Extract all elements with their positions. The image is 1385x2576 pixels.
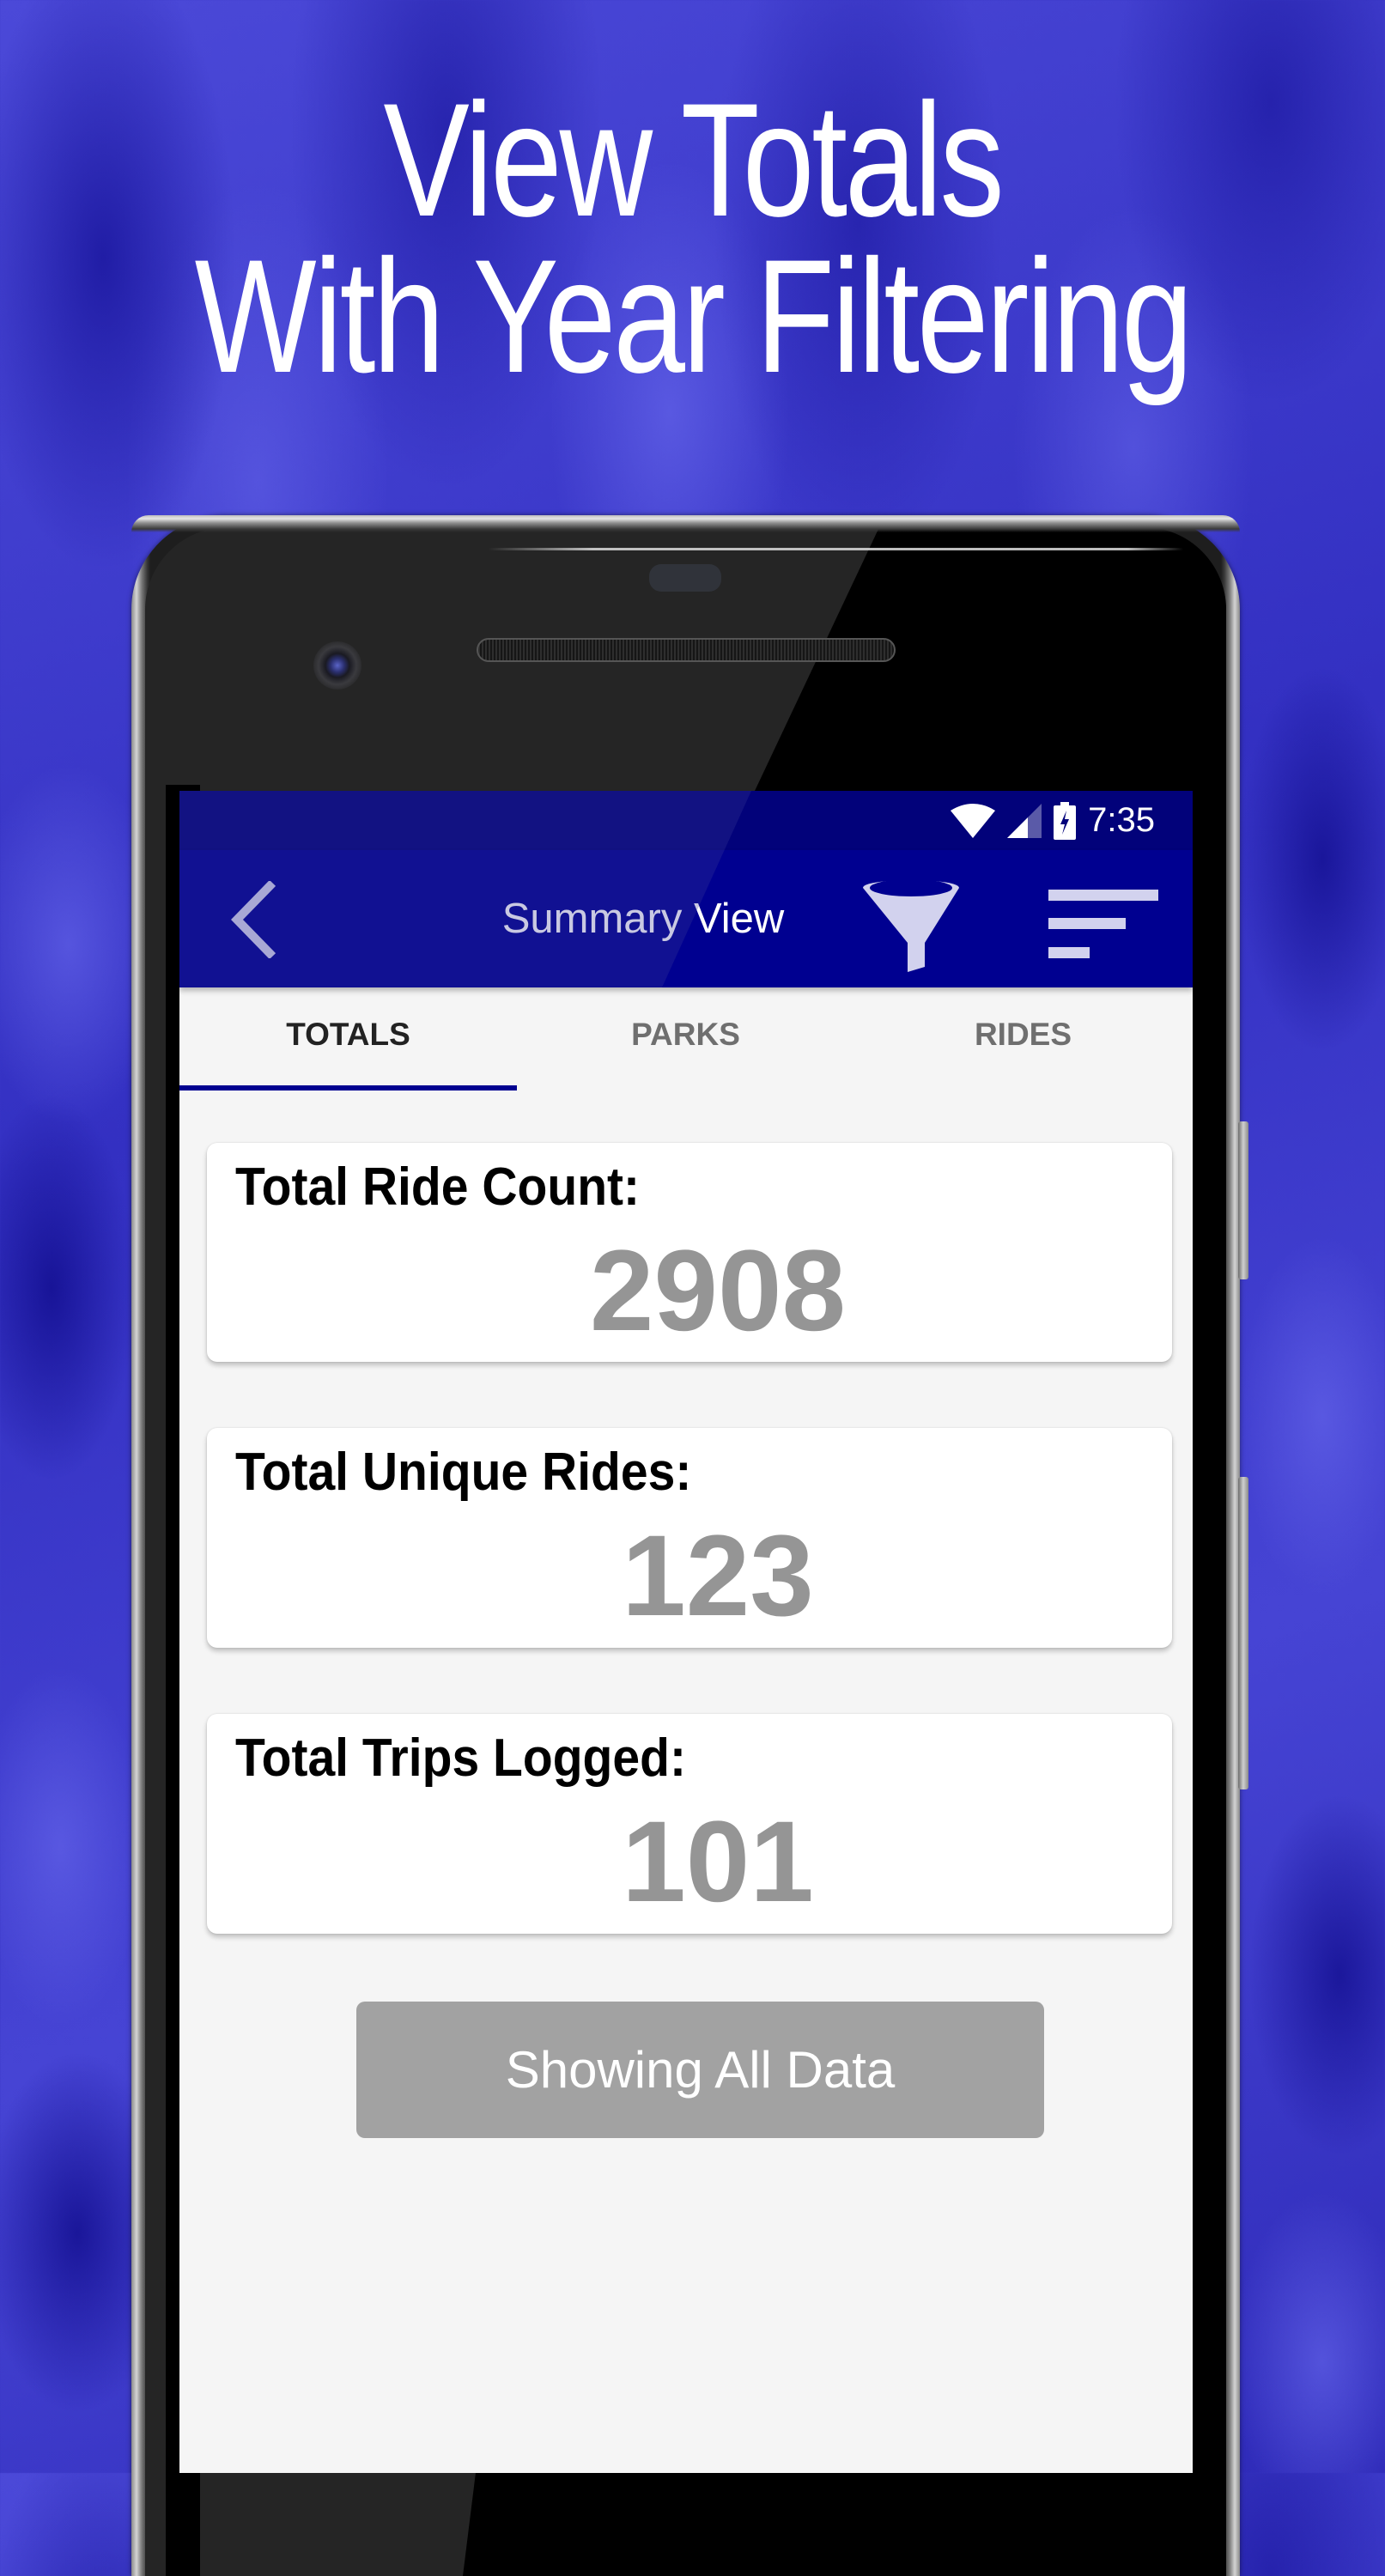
card-value: 101	[622, 1798, 814, 1926]
bezel-highlight	[489, 548, 1183, 550]
earpiece-speaker	[477, 638, 896, 662]
card-label: Total Unique Rides:	[235, 1443, 692, 1502]
status-bar: 7:35	[179, 791, 1193, 850]
sort-lines-icon	[1048, 890, 1158, 958]
active-tab-indicator	[179, 1085, 517, 1091]
battery-charging-icon	[1054, 801, 1077, 840]
tab-parks[interactable]: PARKS	[517, 987, 854, 1091]
card-total-unique-rides: Total Unique Rides: 123	[207, 1428, 1172, 1648]
front-camera-icon	[313, 641, 361, 690]
tab-rides[interactable]: RIDES	[854, 987, 1192, 1091]
card-value: 123	[622, 1512, 814, 1640]
card-value: 2908	[589, 1227, 847, 1355]
card-total-trips-logged: Total Trips Logged: 101	[207, 1714, 1172, 1934]
tab-totals[interactable]: TOTALS	[179, 987, 517, 1091]
app-toolbar: Summary View	[179, 850, 1193, 987]
headline-line-1: View Totals	[383, 70, 1004, 250]
headline-line-2: With Year Filtering	[194, 226, 1194, 406]
phone-top-rim	[131, 515, 1240, 532]
status-time: 7:35	[1088, 801, 1155, 839]
showing-all-data-button[interactable]: Showing All Data	[356, 2002, 1044, 2138]
filter-button[interactable]	[861, 874, 961, 974]
volume-button[interactable]	[1238, 1477, 1248, 1789]
wifi-icon	[951, 803, 996, 838]
app-screen: 7:35 Summary View TOTALS PARKS RIDES Tot…	[179, 791, 1193, 2473]
sort-button[interactable]	[1047, 881, 1160, 958]
card-label: Total Ride Count:	[235, 1157, 641, 1217]
card-total-ride-count: Total Ride Count: 2908	[207, 1143, 1172, 1362]
tab-bar: TOTALS PARKS RIDES	[179, 987, 1193, 1091]
promo-headline: View Totals With Year Filtering	[0, 70, 1385, 406]
cell-signal-icon	[1007, 803, 1042, 838]
status-icons: 7:35	[951, 791, 1155, 850]
toolbar-title: Summary View	[501, 896, 785, 942]
card-label: Total Trips Logged:	[235, 1728, 686, 1788]
proximity-sensor	[649, 564, 721, 592]
funnel-filter-icon	[863, 879, 959, 972]
power-button[interactable]	[1238, 1121, 1248, 1279]
